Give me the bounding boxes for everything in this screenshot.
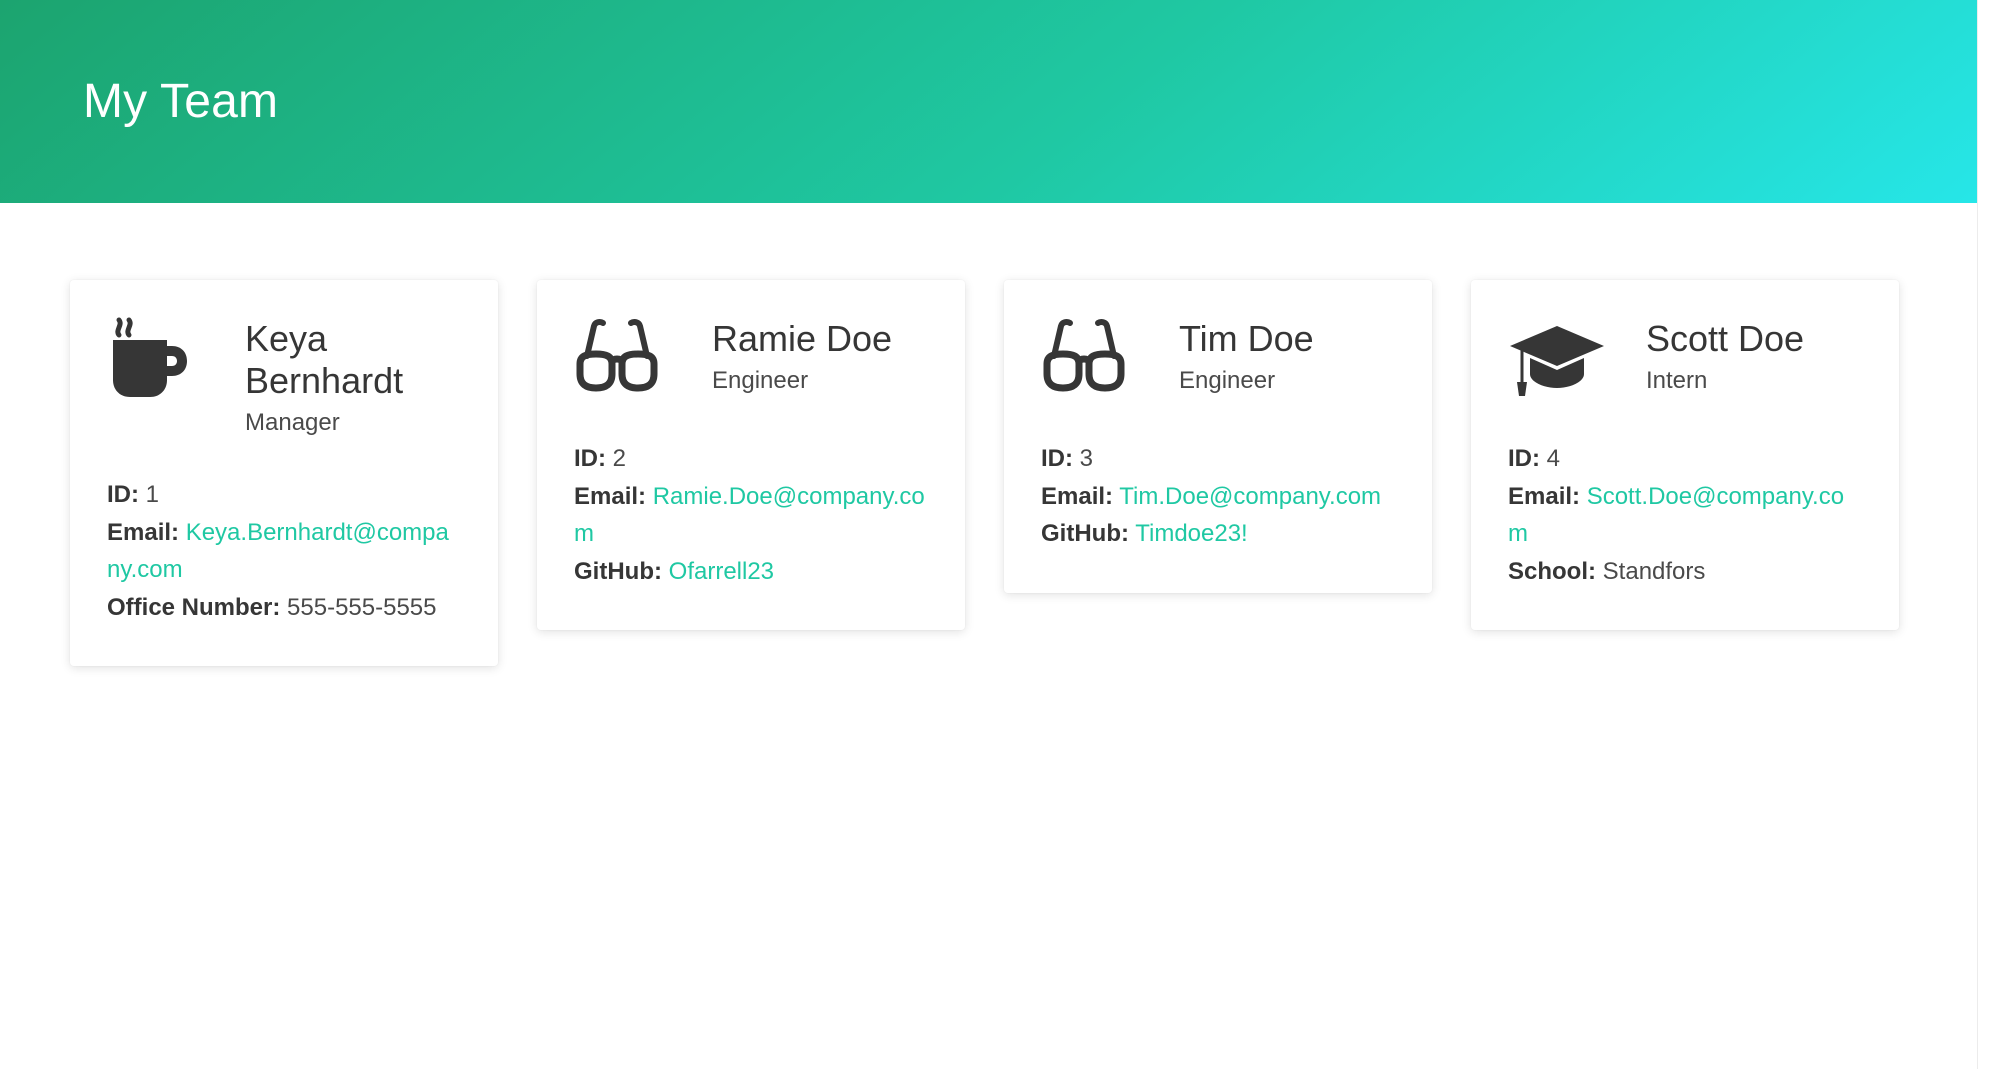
office-number-value: 555-555-5555 bbox=[287, 593, 437, 621]
id-value: 4 bbox=[1546, 445, 1561, 472]
glasses-icon bbox=[1041, 316, 1127, 402]
employee-details: ID: 3 Email: Tim.Doe@company.com GitHub:… bbox=[1041, 440, 1395, 553]
employee-role: Engineer bbox=[712, 367, 809, 394]
id-label: ID: bbox=[107, 481, 139, 508]
email-row: Email: Tim.Doe@company.com bbox=[1041, 478, 1395, 516]
coffee-mug-icon bbox=[107, 316, 193, 402]
email-link[interactable]: Tim.Doe@company.com bbox=[1119, 483, 1381, 510]
name-block: Scott Doe Intern bbox=[1646, 316, 1862, 396]
id-label: ID: bbox=[574, 445, 606, 472]
id-row: ID: 1 bbox=[107, 476, 461, 514]
school-value: Standfors bbox=[1602, 557, 1706, 585]
employee-role: Intern bbox=[1646, 367, 1708, 394]
id-value: 1 bbox=[145, 481, 160, 508]
page-title: My Team bbox=[83, 75, 279, 128]
employee-details: ID: 2 Email: Ramie.Doe@company.com GitHu… bbox=[574, 440, 928, 590]
glasses-icon bbox=[574, 316, 660, 402]
email-label: Email: bbox=[1508, 482, 1581, 510]
email-label: Email: bbox=[1041, 482, 1114, 510]
id-label: ID: bbox=[1041, 445, 1073, 472]
card-header: Ramie Doe Engineer bbox=[574, 316, 928, 402]
name-block: Keya Bernhardt Manager bbox=[245, 316, 461, 438]
card-header: Tim Doe Engineer bbox=[1041, 316, 1395, 402]
email-row: Email: Scott.Doe@company.com bbox=[1508, 478, 1862, 553]
employee-role: Engineer bbox=[1179, 367, 1276, 394]
employee-card-manager: Keya Bernhardt Manager ID: 1 Email: Keya… bbox=[70, 280, 498, 666]
employee-card-intern: Scott Doe Intern ID: 4 Email: Scott.Doe@… bbox=[1471, 280, 1899, 630]
employee-name: Ramie Doe bbox=[712, 318, 893, 359]
card-header: Keya Bernhardt Manager bbox=[107, 316, 461, 438]
employee-card-engineer: Tim Doe Engineer ID: 3 Email: Tim.Doe@co… bbox=[1004, 280, 1432, 593]
github-row: GitHub: Ofarrell23 bbox=[574, 553, 928, 591]
employee-card-engineer: Ramie Doe Engineer ID: 2 Email: Ramie.Do… bbox=[537, 280, 965, 630]
name-block: Tim Doe Engineer bbox=[1179, 316, 1395, 396]
id-row: ID: 3 bbox=[1041, 440, 1395, 478]
office-number-row: Office Number: 555-555-5555 bbox=[107, 589, 461, 627]
id-value: 2 bbox=[612, 445, 627, 472]
github-link[interactable]: Ofarrell23 bbox=[669, 558, 774, 585]
email-label: Email: bbox=[574, 482, 647, 510]
id-value: 3 bbox=[1079, 445, 1094, 472]
employee-name: Tim Doe bbox=[1179, 318, 1314, 359]
email-label: Email: bbox=[107, 518, 180, 546]
scrollbar[interactable] bbox=[1977, 0, 1992, 1069]
github-label: GitHub: bbox=[574, 557, 662, 585]
employee-name: Keya Bernhardt bbox=[245, 318, 404, 401]
card-header: Scott Doe Intern bbox=[1508, 316, 1862, 402]
school-label: School: bbox=[1508, 557, 1596, 585]
id-row: ID: 4 bbox=[1508, 440, 1862, 478]
school-row: School: Standfors bbox=[1508, 553, 1862, 591]
id-label: ID: bbox=[1508, 445, 1540, 472]
hero-banner: My Team bbox=[0, 0, 1977, 203]
email-row: Email: Keya.Bernhardt@company.com bbox=[107, 514, 461, 589]
graduation-cap-icon bbox=[1508, 316, 1606, 402]
employee-role: Manager bbox=[245, 409, 340, 436]
github-label: GitHub: bbox=[1041, 520, 1129, 547]
github-link[interactable]: Timdoe23! bbox=[1135, 520, 1248, 547]
employee-details: ID: 4 Email: Scott.Doe@company.com Schoo… bbox=[1508, 440, 1862, 590]
id-row: ID: 2 bbox=[574, 440, 928, 478]
office-number-label: Office Number: bbox=[107, 593, 281, 621]
github-row: GitHub: Timdoe23! bbox=[1041, 515, 1395, 553]
employee-details: ID: 1 Email: Keya.Bernhardt@company.com … bbox=[107, 476, 461, 626]
name-block: Ramie Doe Engineer bbox=[712, 316, 928, 396]
team-cards: Keya Bernhardt Manager ID: 1 Email: Keya… bbox=[70, 280, 1899, 666]
email-row: Email: Ramie.Doe@company.com bbox=[574, 478, 928, 553]
employee-name: Scott Doe bbox=[1646, 318, 1805, 359]
